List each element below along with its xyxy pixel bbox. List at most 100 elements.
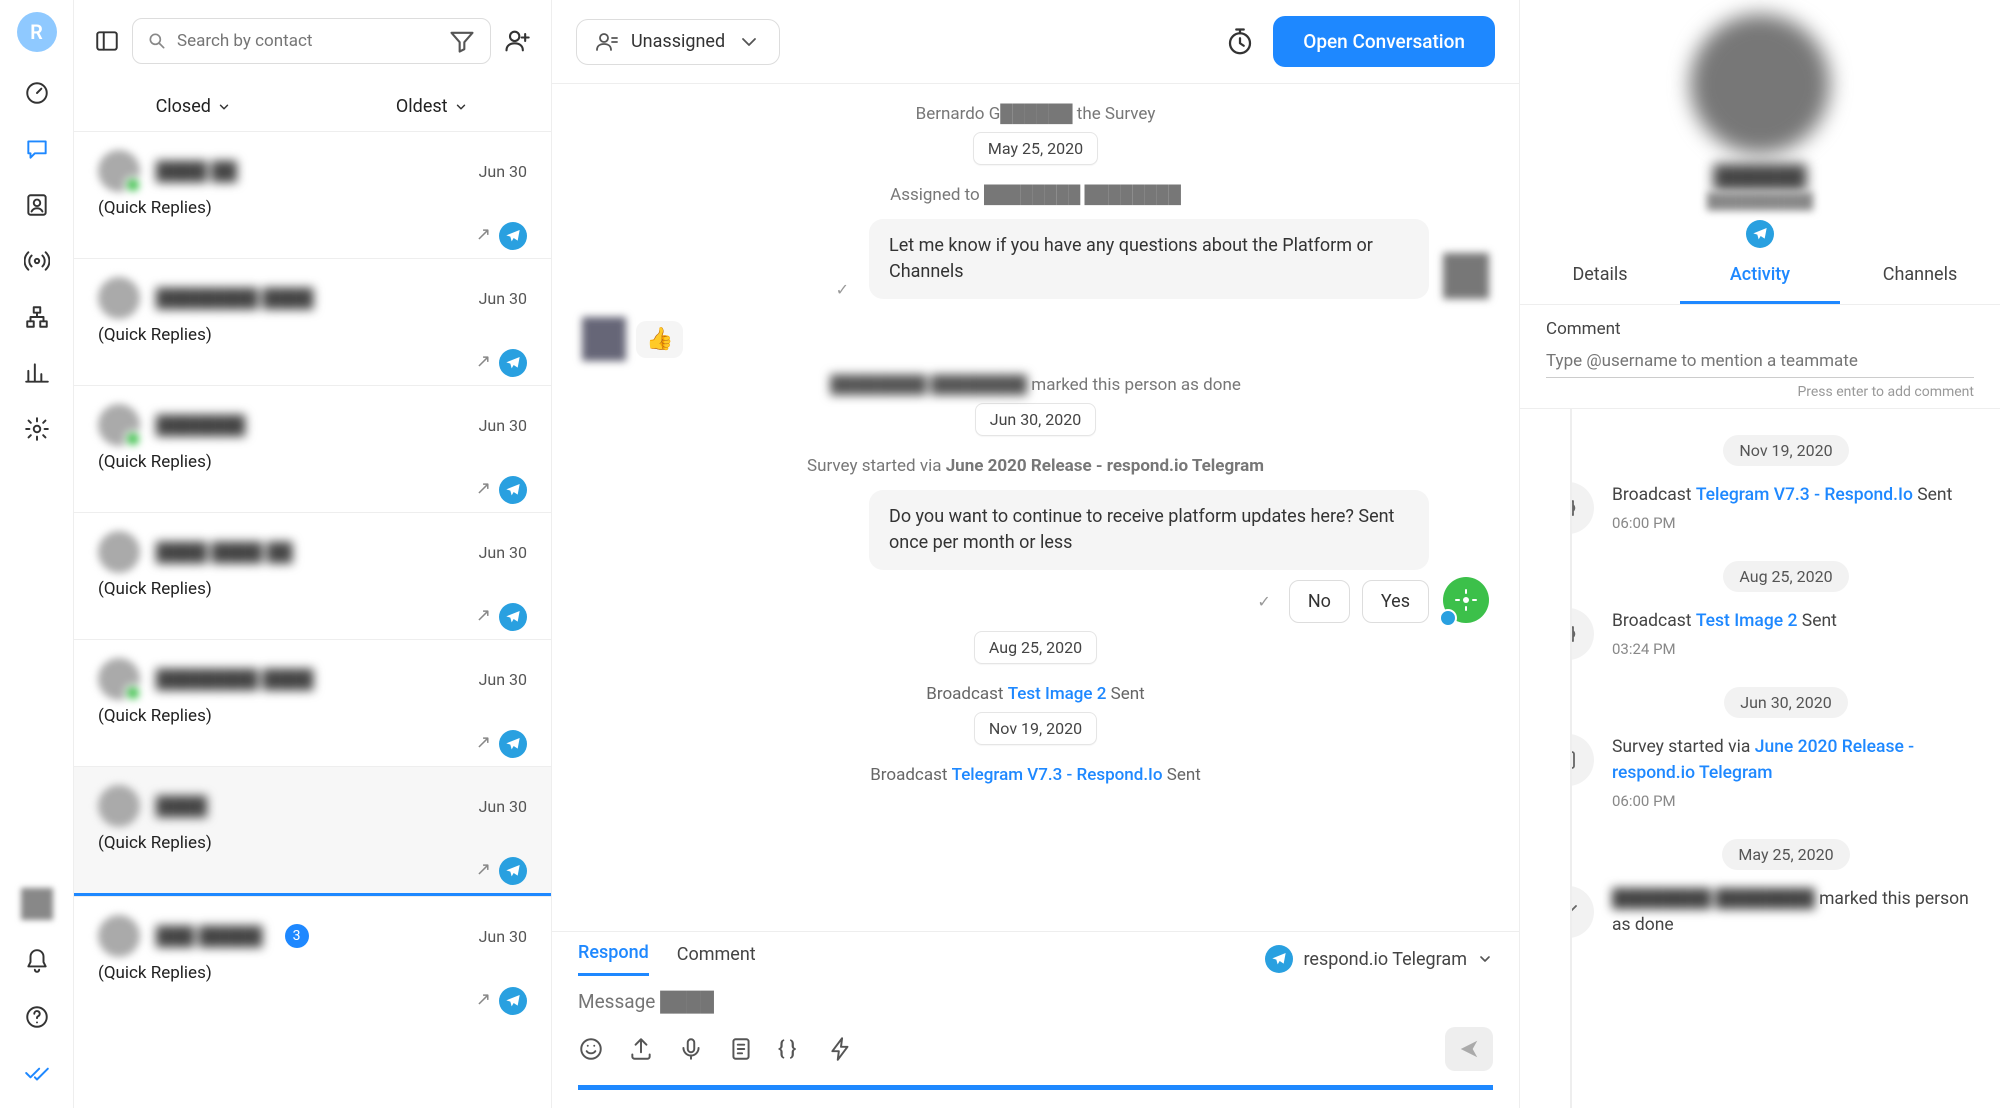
conversation-item[interactable]: ████████ ████ Jun 30 (Quick Replies) ↗ [74,258,551,385]
contact-date: Jun 30 [479,162,527,181]
search-input[interactable] [177,31,438,51]
broadcast-link[interactable]: Test Image 2 [1008,684,1107,704]
notifications-icon[interactable] [22,946,52,976]
system-event: Survey started via June 2020 Release - r… [582,456,1489,476]
workflows-icon[interactable] [22,302,52,332]
broadcast-event: Broadcast Telegram V7.3 - Respond.Io Sen… [582,765,1489,785]
megaphone-icon [1570,608,1594,660]
workspace-avatar[interactable]: R [17,12,57,52]
all-done-icon[interactable] [22,1058,52,1088]
contact-name: ████████ ████ [156,288,314,309]
telegram-icon [499,222,527,250]
comment-input[interactable] [1546,345,1974,378]
conversation-item[interactable]: ███████ Jun 30 (Quick Replies) ↗ [74,385,551,512]
contact-name: ████ ██ [156,161,237,182]
contact-avatar [98,915,140,957]
search-icon [147,31,167,51]
settings-icon[interactable] [22,414,52,444]
telegram-icon [499,603,527,631]
outgoing-arrow-icon: ↗ [476,478,491,506]
profile-name: ██████ [1713,164,1807,190]
composer-tab-comment[interactable]: Comment [677,944,756,975]
send-button[interactable] [1445,1027,1493,1071]
conversation-item[interactable]: ███ █████ 3 Jun 30 (Quick Replies) ↗ [74,896,551,1023]
contact-avatar [98,531,140,573]
contact-name: ███████ [156,415,245,436]
broadcast-link[interactable]: Telegram V7.3 - Respond.Io [952,765,1163,785]
feed-link[interactable]: Telegram V7.3 - Respond.Io [1696,485,1913,505]
contact-avatar [98,150,140,192]
contact-preview: (Quick Replies) [98,963,527,983]
telegram-icon [499,730,527,758]
contacts-icon[interactable] [22,190,52,220]
chevron-down-icon [454,100,468,114]
add-contact-icon[interactable] [503,27,531,55]
user-avatar[interactable] [21,888,53,920]
quick-reply-no[interactable]: No [1289,580,1350,623]
assignee-label: Unassigned [631,31,725,52]
outgoing-arrow-icon: ↗ [476,732,491,760]
telegram-icon [499,476,527,504]
date-separator: Jun 30, 2020 [975,403,1097,436]
reactor-avatar [582,317,626,361]
outgoing-arrow-icon: ↗ [476,351,491,379]
tab-activity[interactable]: Activity [1680,248,1840,304]
activity-feed[interactable]: Nov 19, 2020 Broadcast Telegram V7.3 - R… [1570,409,2000,1108]
nav-rail: R [0,0,74,1108]
filter-sort[interactable]: Oldest [313,82,552,131]
contact-preview: (Quick Replies) [98,452,527,472]
channel-picker[interactable]: respond.io Telegram [1265,945,1493,973]
system-event: ████████ ████████ ████████ ████████ mark… [582,375,1489,395]
filter-icon[interactable] [448,27,476,55]
help-icon[interactable] [22,1002,52,1032]
tab-channels[interactable]: Channels [1840,248,2000,304]
delivered-check-icon: ✓ [1257,592,1270,611]
conversation-item[interactable]: ████████ ████ Jun 30 (Quick Replies) ↗ [74,639,551,766]
message-input[interactable] [578,976,1493,1027]
unread-count: 3 [285,924,309,948]
attach-icon[interactable] [628,1036,654,1062]
contact-avatar [98,658,140,700]
snippet-icon[interactable] [728,1036,754,1062]
conversation-item[interactable]: ████ Jun 30 (Quick Replies) ↗ [74,766,551,896]
outgoing-arrow-icon: ↗ [476,605,491,633]
contact-avatar [98,785,140,827]
emoji-icon[interactable] [578,1036,604,1062]
messages-icon[interactable] [22,134,52,164]
assignee-picker[interactable]: Unassigned [576,19,780,65]
profile-subtitle: ██████████ [1707,192,1813,210]
contact-date: Jun 30 [479,797,527,816]
open-conversation-button[interactable]: Open Conversation [1273,16,1495,67]
feed-link[interactable]: Test Image 2 [1696,611,1798,631]
broadcast-icon[interactable] [22,246,52,276]
filter-status[interactable]: Closed [74,82,313,131]
tab-details[interactable]: Details [1520,248,1680,304]
snooze-icon[interactable] [1225,27,1255,57]
chevron-down-icon [737,30,761,54]
system-event: Bernardo G██████ the Survey [582,104,1489,124]
system-event: Assigned to ████████ ████████ [582,185,1489,205]
conversation-item[interactable]: ████ ██ Jun 30 (Quick Replies) ↗ [74,131,551,258]
conversation-item[interactable]: ████ ████ ██ Jun 30 (Quick Replies) ↗ [74,512,551,639]
message-scroll[interactable]: Bernardo G██████ the Survey May 25, 2020… [552,84,1519,931]
bot-avatar [1443,577,1489,623]
variable-icon[interactable]: { } [778,1036,804,1062]
reports-icon[interactable] [22,358,52,388]
voice-icon[interactable] [678,1036,704,1062]
outgoing-arrow-icon: ↗ [476,224,491,252]
feed-item: ████████ ████████ marked this person as … [1612,886,1974,939]
feed-item: Survey started via June 2020 Release - r… [1612,734,1974,813]
contact-date: Jun 30 [479,543,527,562]
automation-icon[interactable] [828,1036,854,1062]
contact-name: ████ [156,796,207,817]
message-bubble: Let me know if you have any questions ab… [869,219,1429,299]
quick-reply-yes[interactable]: Yes [1362,580,1429,623]
contact-date: Jun 30 [479,670,527,689]
collapse-panel-icon[interactable] [94,28,120,54]
clipboard-icon [1570,734,1594,786]
chevron-down-icon [1477,951,1493,967]
dashboard-icon[interactable] [22,78,52,108]
progress-bar [578,1085,1493,1090]
contact-avatar [98,277,140,319]
composer-tab-respond[interactable]: Respond [578,942,649,976]
